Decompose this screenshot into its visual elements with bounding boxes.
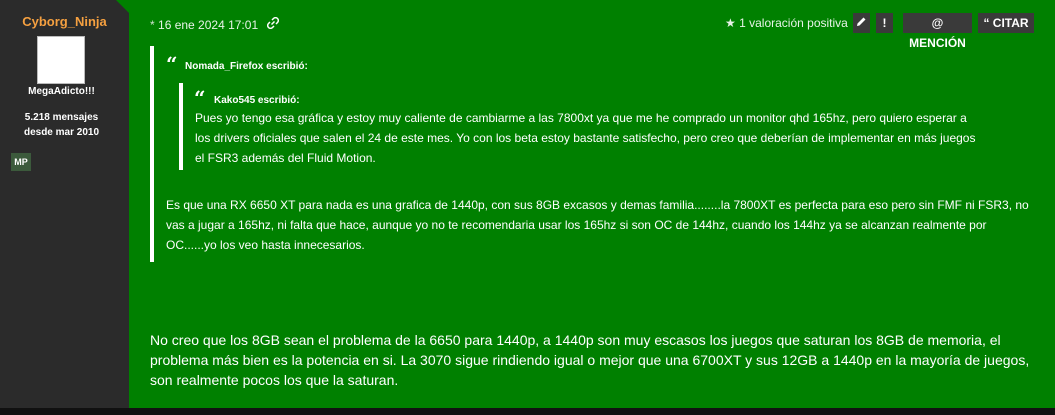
inner-quote (179, 83, 183, 170)
quote-label: CITAR (992, 16, 1029, 30)
asterisk-icon: * (150, 18, 155, 32)
user-sidebar: Cyborg_Ninja MegaAdicto!!! 5.218 mensaje… (0, 0, 129, 408)
edit-button[interactable] (853, 13, 870, 33)
bottom-border (0, 408, 1055, 415)
post-body: No creo que los 8GB sean el problema de … (150, 332, 1030, 388)
outer-quote-author[interactable]: Nomada_Firefox escribió: (185, 61, 308, 72)
user-member-since: desde mar 2010 (23, 127, 100, 138)
pencil-icon (857, 17, 866, 26)
inner-quote-text: Pues yo tengo esa gráfica y estoy muy ca… (195, 111, 976, 165)
username[interactable]: Cyborg_Ninja (0, 14, 129, 29)
mention-button[interactable]: @ MENCIÓN (903, 13, 972, 50)
user-post-count: 5.218 mensajes (24, 112, 99, 123)
user-title: MegaAdicto!!! (28, 86, 95, 97)
exclamation-icon: ! (882, 16, 887, 30)
post-content: * 16 ene 2024 17:01 ★ 1 valoración posit… (129, 0, 1055, 408)
at-icon: @ (931, 16, 944, 30)
quote-button[interactable]: “ CITAR (978, 13, 1034, 33)
outer-quote-text: Es que una RX 6650 XT para nada es una g… (166, 198, 1029, 252)
report-button[interactable]: ! (876, 13, 893, 33)
quote-mark-icon: “ (166, 52, 178, 76)
rating-text: 1 valoración positiva (739, 16, 848, 30)
quote-icon: “ (983, 16, 990, 30)
avatar[interactable] (37, 36, 85, 84)
inner-quote-author[interactable]: Kako545 escribió: (214, 95, 300, 106)
post-date[interactable]: 16 ene 2024 17:01 (158, 18, 258, 32)
quote-mark-icon: “ (194, 86, 206, 110)
post-meta: * 16 ene 2024 17:01 (150, 16, 280, 32)
rating-indicator[interactable]: ★ 1 valoración positiva (725, 16, 848, 30)
private-message-button[interactable]: MP (11, 153, 31, 171)
sidebar-notch (116, 0, 129, 13)
outer-quote (150, 46, 154, 262)
permalink-icon[interactable] (267, 16, 280, 32)
star-icon: ★ (725, 16, 736, 30)
mention-label: MENCIÓN (909, 36, 966, 50)
